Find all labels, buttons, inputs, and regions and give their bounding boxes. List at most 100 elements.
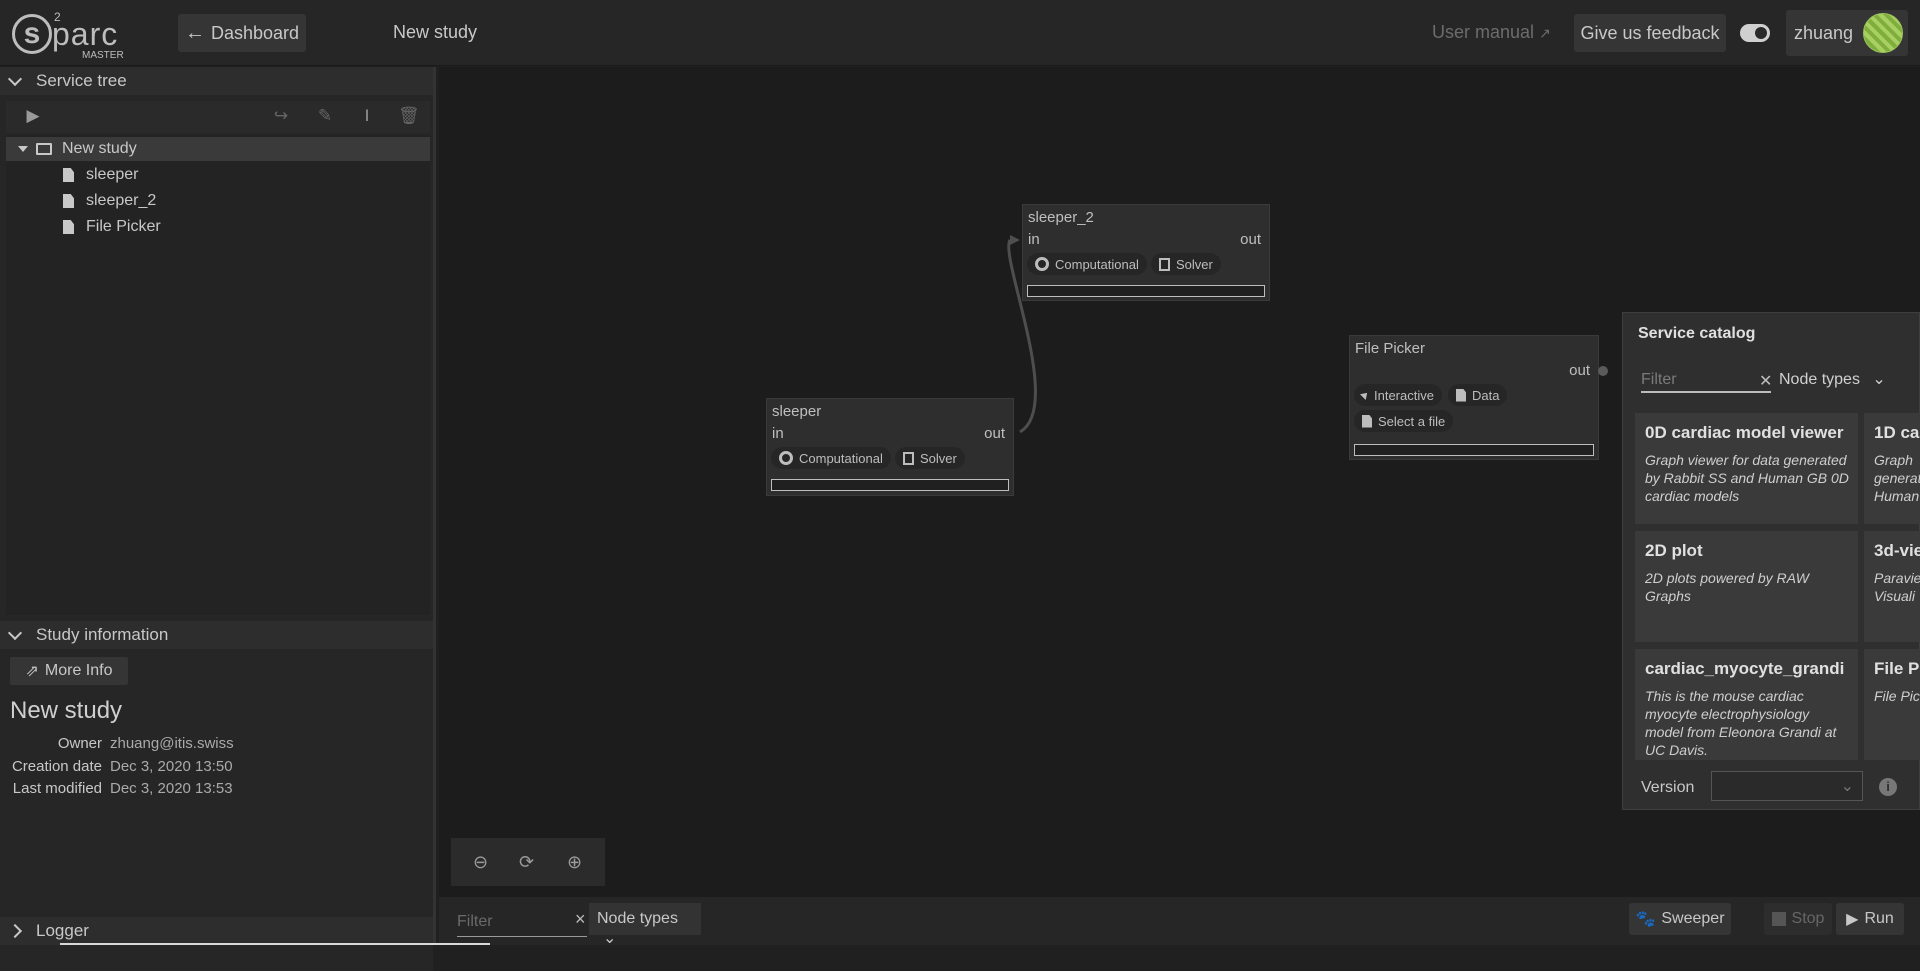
share-icon[interactable]: ↪ [272,107,290,125]
info-icon[interactable]: i [1879,778,1897,796]
zoom-toolbar: ⊖ ⟳ ⊕ [451,838,605,886]
node-filter-input[interactable]: Filter [457,911,587,937]
study-title[interactable]: New study [393,22,477,43]
logger-header[interactable]: Logger [0,917,433,945]
sweeper-label: Sweeper [1661,910,1725,927]
gears-icon [1035,257,1049,271]
chip-label: Computational [799,450,883,466]
output-port-handle[interactable] [1598,366,1608,376]
stop-label: Stop [1791,910,1825,927]
catalog-card[interactable]: 3d-vie Paravie Visuali [1864,531,1920,642]
zoom-reset-icon[interactable]: ⟳ [519,852,534,873]
catalog-card[interactable]: File Pi File Pic [1864,649,1920,760]
catalog-card[interactable]: 2D plot 2D plots powered by RAW Graphs [1635,531,1858,642]
chevron-down-icon [7,71,23,86]
username: zhuang [1794,22,1854,43]
chevron-down-icon: ⌄ [1840,778,1854,795]
node-types-dropdown[interactable]: Node types ⌄ [589,903,701,947]
node-title: sleeper [772,403,822,420]
select-file-chip[interactable]: Select a file [1354,410,1454,432]
text-cursor-icon[interactable]: I [358,107,376,125]
catalog-card[interactable]: cardiac_myocyte_grandi This is the mouse… [1635,649,1858,760]
service-tree-title: Service tree [36,71,127,90]
card-title: 2D plot [1645,541,1703,560]
chip-label: Computational [1055,256,1139,272]
node-progress-bar [1354,444,1594,456]
study-info-header[interactable]: Study information [0,621,433,649]
run-button[interactable]: ▶ Run [1836,903,1904,935]
external-link-icon: ↗ [1539,25,1551,41]
node-output-port[interactable]: out [1240,231,1261,248]
zoom-out-icon[interactable]: ⊖ [473,852,488,873]
card-description: Graph viewer for data generated by Rabbi… [1645,452,1849,504]
file-icon [63,168,74,182]
play-icon[interactable]: ▶ [24,107,42,125]
service-catalog-panel: Service catalog Filter ✕ Node types ⌄ 0D… [1622,312,1920,810]
catalog-filter-input[interactable]: Filter [1641,367,1771,393]
owner-value: zhuang@itis.swiss [110,735,234,752]
interactive-chip: Interactive [1354,384,1442,406]
tree-root-label: New study [62,140,137,157]
edit-icon[interactable]: ✎ [316,107,334,125]
card-description: File Pic [1874,688,1920,704]
tree-item-label: File Picker [86,218,161,235]
avatar [1863,13,1904,53]
data-chip: Data [1448,384,1508,406]
left-panel: Service tree ▶ ↪ ✎ I 🗑 New study sleeper… [0,67,436,971]
file-icon [63,220,74,234]
tree-item-sleeper[interactable]: sleeper [6,163,430,187]
more-info-button[interactable]: ⇗ More Info [10,657,128,685]
node-types-dropdown[interactable]: Node types ⌄ [1779,369,1886,389]
node-file-picker[interactable]: File Picker out Interactive Data Select … [1349,335,1599,460]
feedback-button[interactable]: Give us feedback [1574,14,1726,52]
tree-item-label: sleeper_2 [86,192,157,209]
chevron-down-icon [7,625,23,640]
paw-icon: 🐾 [1635,911,1656,928]
more-info-label: More Info [44,662,113,679]
catalog-card[interactable]: 1D ca Graph generat Human [1864,413,1920,524]
node-progress-bar [771,479,1009,491]
chevron-down-icon: ⌄ [1872,371,1886,388]
catalog-card[interactable]: 0D cardiac model viewer Graph viewer for… [1635,413,1858,524]
user-manual-link[interactable]: User manual ↗ [1432,22,1551,43]
workbench-bottom-bar: Filter × Node types ⌄ 🐾 Sweeper Stop ▶ R… [439,897,1920,947]
node-types-label: Node types [597,910,678,927]
tree-item-file-picker[interactable]: File Picker [6,215,430,239]
service-tree-header[interactable]: Service tree [0,67,433,95]
logger-title: Logger [36,921,89,940]
trash-icon[interactable]: 🗑 [398,107,420,125]
card-description: Paravie Visuali [1874,570,1920,604]
tree-toolbar: ▶ ↪ ✎ I 🗑 [6,101,430,133]
node-input-port[interactable]: in [1028,231,1040,248]
zoom-in-icon[interactable]: ⊕ [567,852,582,873]
dashboard-button[interactable]: ← Dashboard [178,14,306,52]
stop-icon [1771,912,1786,926]
chip-label: Solver [1176,256,1213,272]
card-title: cardiac_myocyte_grandi [1645,659,1845,678]
node-sleeper-2[interactable]: sleeper_2 in out Computational Solver [1022,204,1270,301]
creation-value: Dec 3, 2020 13:50 [110,758,233,775]
solver-chip: Solver [895,447,965,469]
node-output-port[interactable]: out [984,425,1005,442]
node-output-port[interactable]: out [1569,362,1590,379]
tree-item-sleeper-2[interactable]: sleeper_2 [6,189,430,213]
solver-chip: Solver [1151,253,1221,275]
close-icon[interactable]: × [575,909,586,930]
cursor-icon [1360,390,1370,400]
close-icon[interactable]: ✕ [1759,371,1772,391]
node-types-label: Node types [1779,371,1860,388]
sweeper-button[interactable]: 🐾 Sweeper [1629,903,1731,935]
version-select[interactable]: ⌄ [1711,771,1863,801]
stop-button[interactable]: Stop [1764,903,1832,935]
study-info-title: Study information [36,625,169,644]
node-input-port[interactable]: in [772,425,784,442]
chip-label: Select a file [1378,413,1446,429]
chip-label: Solver [920,450,957,466]
card-description: Graph generat Human [1874,452,1920,504]
external-link-icon: ⇗ [25,663,39,680]
sparc-logo[interactable]: s 2 parc MASTER [12,10,132,61]
tree-root-new-study[interactable]: New study [6,137,430,161]
user-menu-button[interactable]: zhuang [1786,10,1908,56]
node-sleeper[interactable]: sleeper in out Computational Solver [766,398,1014,496]
theme-toggle[interactable] [1740,24,1770,42]
